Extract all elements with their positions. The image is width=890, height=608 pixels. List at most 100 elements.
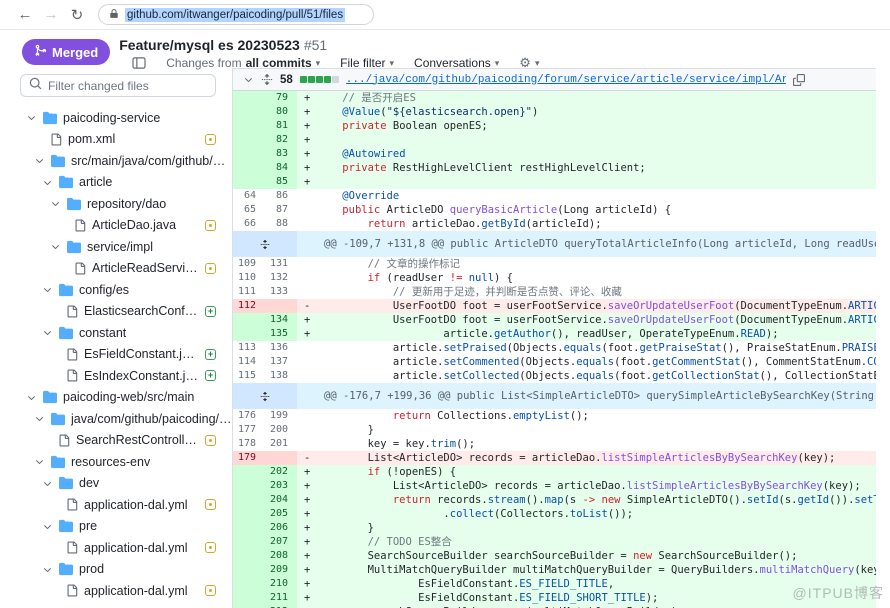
diff-line-add[interactable]: 82 + — [233, 133, 876, 147]
tree-file-row[interactable]: EsFieldConstant.java + — [0, 344, 232, 366]
chevron-down-icon[interactable] — [26, 112, 37, 123]
old-line-number — [233, 549, 265, 563]
tree-folder-row[interactable]: service/impl — [0, 236, 232, 258]
diff-line-del[interactable]: 179 - List<ArticleDO> records = articleDa… — [233, 451, 876, 465]
diff-line-add[interactable]: 80 + @Value("${elasticsearch.open}") — [233, 105, 876, 119]
new-line-number: 80 — [265, 105, 297, 119]
reload-icon[interactable]: ↻ — [64, 6, 90, 24]
tree-file-row[interactable]: ElasticsearchConfig.java + — [0, 301, 232, 323]
diff-sign: + — [297, 591, 317, 605]
forward-icon[interactable]: → — [38, 6, 64, 23]
diff-line-add[interactable]: 210 + EsFieldConstant.ES_FIELD_TITLE, — [233, 577, 876, 591]
diff-line-ctx[interactable]: 114 137 article.setCommented(Objects.equa… — [233, 355, 876, 369]
new-line-number: 138 — [269, 370, 288, 381]
old-line-number: 64 — [243, 190, 256, 201]
copy-path-icon[interactable] — [792, 73, 805, 86]
chevron-down-icon[interactable] — [34, 413, 45, 424]
tree-file-row[interactable]: application-dal.yml — [0, 494, 232, 516]
tree-folder-row[interactable]: dev — [0, 473, 232, 495]
diff-line-del[interactable]: 112 - UserFootDO foot = userFootService.s… — [233, 299, 876, 313]
diff-line-ctx[interactable]: 65 87 public ArticleDO queryBasicArticle(… — [233, 203, 876, 217]
diff-line-add[interactable]: 211 + EsFieldConstant.ES_FIELD_SHORT_TITL… — [233, 591, 876, 605]
code-line: @Autowired — [317, 147, 876, 161]
file-path-link[interactable]: .../java/com/github/paicoding/forum/serv… — [346, 74, 786, 86]
tree-folder-row[interactable]: repository/dao — [0, 193, 232, 215]
diff-line-ctx[interactable]: 64 86 @Override — [233, 189, 876, 203]
tree-folder-row[interactable]: src/main/java/com/github/paicod... — [0, 150, 232, 172]
tree-folder-row[interactable]: paicoding-web/src/main — [0, 387, 232, 409]
diff-line-add[interactable]: 202 + if (!openES) { — [233, 465, 876, 479]
diff-line-add[interactable]: 206 + } — [233, 521, 876, 535]
file-icon — [66, 584, 78, 597]
tree-file-row[interactable]: ArticleReadServiceImpl.ja... — [0, 258, 232, 280]
tree-item-label: article — [79, 175, 113, 190]
tree-file-row[interactable]: EsIndexConstant.java + — [0, 365, 232, 387]
diff-line-ctx[interactable]: 113 136 article.setPraised(Objects.equals… — [233, 341, 876, 355]
back-icon[interactable]: ← — [12, 6, 38, 23]
diff-line-add[interactable]: 85 + — [233, 175, 876, 189]
chevron-down-icon[interactable] — [26, 392, 37, 403]
diff-line-add[interactable]: 84 + private RestHighLevelClient restHigh… — [233, 161, 876, 175]
tree-file-row[interactable]: pom.xml — [0, 129, 232, 151]
diff-line-ctx[interactable]: 66 88 return articleDao.getById(articleId… — [233, 217, 876, 231]
address-bar[interactable]: github.com/itwanger/paicoding/pull/51/fi… — [98, 4, 374, 25]
chevron-down-icon[interactable] — [34, 155, 45, 166]
url-text[interactable]: github.com/itwanger/paicoding/pull/51/fi… — [125, 7, 346, 22]
old-line-number — [233, 521, 265, 535]
diff-line-add[interactable]: 209 + MultiMatchQueryBuilder multiMatchQu… — [233, 563, 876, 577]
tree-file-row[interactable]: application-dal.yml — [0, 580, 232, 602]
diff-line-add[interactable]: 205 + .collect(Collectors.toList()); — [233, 507, 876, 521]
diff-line-ctx[interactable]: 177 200 } — [233, 423, 876, 437]
unfold-all-icon[interactable] — [261, 73, 273, 86]
chevron-down-icon[interactable] — [42, 478, 53, 489]
diff-line-ctx[interactable]: 115 138 article.setCollected(Objects.equa… — [233, 369, 876, 383]
diff-line-ctx[interactable]: 111 133 // 更新用于足迹，并判断是否点赞、评论、收藏 — [233, 285, 876, 299]
diff-line-add[interactable]: 81 + private Boolean openES; — [233, 119, 876, 133]
diff-line-add[interactable]: 203 + List<ArticleDO> records = articleDa… — [233, 479, 876, 493]
tree-folder-row[interactable]: prod — [0, 559, 232, 581]
chevron-down-icon[interactable] — [50, 241, 61, 252]
diff-line-add[interactable]: 135 + article.getAuthor(), readUser, Oper… — [233, 327, 876, 341]
expand-hunk-icon[interactable] — [233, 383, 297, 409]
diff-line-add[interactable]: 79 + // 是否开启ES — [233, 91, 876, 105]
diff-line-ctx[interactable]: 110 132 if (readUser != null) { — [233, 271, 876, 285]
chevron-down-icon[interactable] — [50, 198, 61, 209]
tree-file-row[interactable]: ArticleDao.java — [0, 215, 232, 237]
diff-line-add[interactable]: 204 + return records.stream().map(s -> ne… — [233, 493, 876, 507]
filter-changed-files-box[interactable] — [20, 74, 216, 97]
tree-folder-row[interactable]: resources-env — [0, 451, 232, 473]
diff-line-add[interactable]: 134 + UserFootDO foot = userFootService.s… — [233, 313, 876, 327]
diff-line-ctx[interactable]: 178 201 key = key.trim(); — [233, 437, 876, 451]
chevron-down-icon[interactable] — [42, 284, 53, 295]
filter-changed-files-input[interactable] — [48, 78, 207, 93]
diff-line-ctx[interactable]: 176 199 return Collections.emptyList(); — [233, 409, 876, 423]
chevron-down-icon[interactable] — [42, 327, 53, 338]
expand-hunk-icon[interactable] — [233, 231, 297, 257]
chevron-down-icon[interactable] — [42, 177, 53, 188]
chevron-down-icon[interactable] — [34, 456, 45, 467]
diff-line-add[interactable]: 207 + // TODO ES整合 — [233, 535, 876, 549]
diff-line-add[interactable]: 208 + SearchSourceBuilder searchSourceBui… — [233, 549, 876, 563]
diff-sign — [297, 369, 317, 383]
tree-folder-row[interactable]: pre — [0, 516, 232, 538]
diff-line-ctx[interactable]: 109 131 // 文章的操作标记 — [233, 257, 876, 271]
new-line-number: 86 — [275, 190, 288, 201]
modified-file-icon — [205, 434, 216, 446]
collapse-file-chevron-icon[interactable] — [243, 74, 254, 85]
tree-folder-row[interactable]: config/es — [0, 279, 232, 301]
code-line — [317, 175, 876, 189]
code-line: MultiMatchQueryBuilder multiMatchQueryBu… — [317, 563, 876, 577]
diff-line-add[interactable]: 83 + @Autowired — [233, 147, 876, 161]
chevron-down-icon[interactable] — [42, 521, 53, 532]
folder-icon — [51, 412, 65, 426]
changed-lines-count: 58 — [280, 73, 293, 86]
tree-folder-row[interactable]: article — [0, 172, 232, 194]
modified-file-icon — [205, 542, 216, 554]
file-icon — [66, 541, 78, 554]
tree-folder-row[interactable]: constant — [0, 322, 232, 344]
tree-file-row[interactable]: SearchRestController.java — [0, 430, 232, 452]
tree-folder-row[interactable]: paicoding-service — [0, 107, 232, 129]
tree-folder-row[interactable]: java/com/github/paicoding/foru... — [0, 408, 232, 430]
chevron-down-icon[interactable] — [42, 564, 53, 575]
tree-file-row[interactable]: application-dal.yml — [0, 537, 232, 559]
